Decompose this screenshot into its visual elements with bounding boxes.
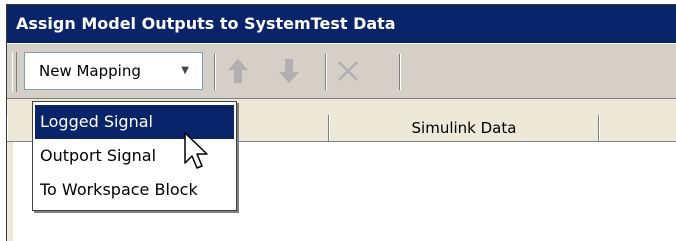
arrow-up-icon xyxy=(228,59,248,83)
move-up-button[interactable] xyxy=(221,53,255,89)
toolbar-separator xyxy=(214,54,216,90)
delete-x-icon xyxy=(338,61,358,81)
toolbar-grip[interactable] xyxy=(12,52,17,92)
menu-item-to-workspace-block[interactable]: To Workspace Block xyxy=(35,173,234,207)
toolbar-separator xyxy=(325,54,327,90)
delete-button[interactable] xyxy=(331,53,365,89)
new-mapping-button[interactable]: New Mapping ▼ xyxy=(24,52,203,90)
toolbar: New Mapping ▼ xyxy=(7,43,676,99)
column-header-simulink-data[interactable]: Simulink Data xyxy=(329,115,599,141)
menu-item-logged-signal[interactable]: Logged Signal xyxy=(35,105,234,139)
new-mapping-menu: Logged Signal Outport Signal To Workspac… xyxy=(32,101,237,211)
arrow-down-icon xyxy=(279,59,299,83)
move-down-button[interactable] xyxy=(272,53,306,89)
panel-title: Assign Model Outputs to SystemTest Data xyxy=(7,5,676,43)
chevron-down-icon: ▼ xyxy=(181,65,189,76)
menu-item-outport-signal[interactable]: Outport Signal xyxy=(35,139,234,173)
toolbar-separator xyxy=(399,54,401,90)
new-mapping-label: New Mapping xyxy=(39,62,141,80)
column-header-filler xyxy=(599,115,676,141)
